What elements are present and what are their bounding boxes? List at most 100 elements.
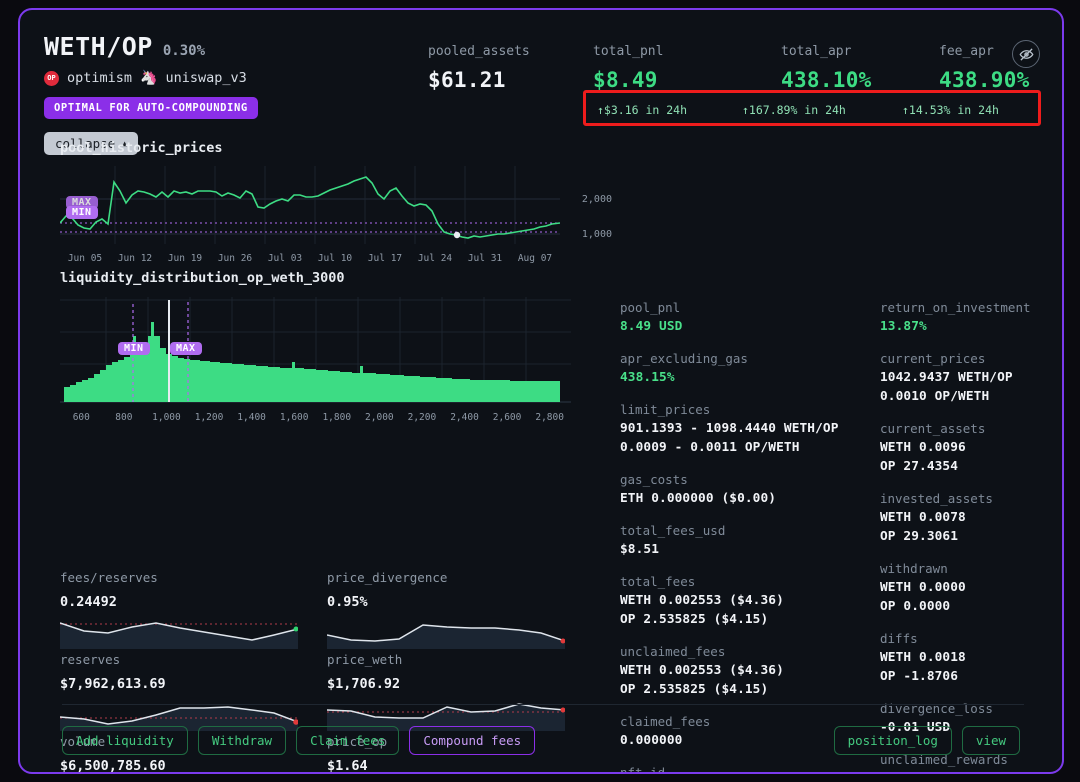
stat-label: pool_pnl <box>620 300 870 315</box>
x-tick: Jun 05 <box>60 253 110 264</box>
mini-chart-price-divergence[interactable]: price_divergence 0.95% <box>327 570 580 652</box>
header-metrics: pooled_assets $61.21 total_pnl $8.49 tot… <box>428 44 1064 92</box>
mini-chart-reserves[interactable]: reserves $7,962,613.69 <box>60 652 327 734</box>
mini-chart-fees-reserves[interactable]: fees/reserves 0.24492 <box>60 570 327 652</box>
stat-label: nft_id <box>620 765 870 774</box>
stat-value: ETH 0.000000 ($0.00) <box>620 491 870 506</box>
stat-value: WETH 0.0078 <box>880 510 1064 525</box>
stat-value: OP 2.535825 ($4.15) <box>620 612 870 627</box>
metric-label: pooled_assets <box>428 44 593 59</box>
stat-value: 0.0010 OP/WETH <box>880 389 1064 404</box>
mini-chart-price-weth[interactable]: price_weth $1,706.92 <box>327 652 580 734</box>
stats-column-right: return_on_investment 13.87% current_pric… <box>880 300 1064 774</box>
stat-label: return_on_investment <box>880 300 1064 315</box>
stat-value: 13.87% <box>880 319 1064 334</box>
page-title: WETH/OP <box>44 32 153 61</box>
stat-label: gas_costs <box>620 472 870 487</box>
x-tick: Jul 17 <box>360 253 410 264</box>
mini-chart-value: $1,706.92 <box>327 676 580 692</box>
x-tick: 1,200 <box>188 412 231 423</box>
optimism-logo-icon: OP <box>44 71 59 86</box>
mini-chart-value: $7,962,613.69 <box>60 676 327 692</box>
metric-label: total_pnl <box>593 44 781 59</box>
stat-label: claimed_fees <box>620 714 870 729</box>
x-tick: 2,800 <box>528 412 571 423</box>
x-tick: Jun 19 <box>160 253 210 264</box>
withdraw-button[interactable]: Withdraw <box>198 726 286 755</box>
stat-value: 8.49 USD <box>620 319 870 334</box>
historic-chart-title: pool_historic_prices <box>60 140 590 156</box>
stat-label: invested_assets <box>880 491 1064 506</box>
x-tick: 1,600 <box>273 412 316 423</box>
metric-total-pnl: total_pnl $8.49 <box>593 44 781 92</box>
stat-value: WETH 0.0018 <box>880 650 1064 665</box>
metric-value: 438.10% <box>781 68 939 92</box>
stat-value: OP 27.4354 <box>880 459 1064 474</box>
stat-value: 0.0009 - 0.0011 OP/WETH <box>620 440 870 455</box>
x-tick: Jul 31 <box>460 253 510 264</box>
stat-label: limit_prices <box>620 402 870 417</box>
x-tick: Jun 12 <box>110 253 160 264</box>
mini-chart-value: $6,500,785.60 <box>60 758 327 774</box>
stat-value: $8.51 <box>620 542 870 557</box>
status-badge: OPTIMAL FOR AUTO-COMPOUNDING <box>44 97 258 119</box>
stat-value: 901.1393 - 1098.4440 WETH/OP <box>620 421 870 436</box>
mini-chart-label: reserves <box>60 652 327 667</box>
x-tick: 800 <box>103 412 146 423</box>
x-tick: 1,400 <box>230 412 273 423</box>
protocol-label: uniswap_v3 <box>165 70 246 86</box>
chain-label: optimism <box>67 70 132 86</box>
stat-value: 1042.9437 WETH/OP <box>880 370 1064 385</box>
position-card: WETH/OP 0.30% OP optimism 🦄 uniswap_v3 O… <box>18 8 1064 774</box>
x-tick: Aug 07 <box>510 253 560 264</box>
card-header: WETH/OP 0.30% OP optimism 🦄 uniswap_v3 O… <box>20 10 1062 140</box>
x-tick: 2,400 <box>443 412 486 423</box>
liquidity-x-axis: 600 800 1,000 1,200 1,400 1,600 1,800 2,… <box>60 412 571 423</box>
historic-x-axis: Jun 05 Jun 12 Jun 19 Jun 26 Jul 03 Jul 1… <box>60 253 560 264</box>
stat-value: OP 0.0000 <box>880 599 1064 614</box>
stat-label: current_prices <box>880 351 1064 366</box>
metric-value: $61.21 <box>428 68 593 92</box>
metric-pooled-assets: pooled_assets $61.21 <box>428 44 593 92</box>
footer-divider <box>62 704 1024 705</box>
footer-actions-right: position_log view <box>834 726 1020 755</box>
x-tick: Jul 03 <box>260 253 310 264</box>
add-liquidity-button[interactable]: Add liquidity <box>62 726 188 755</box>
pool-historic-prices-chart[interactable]: MAX MIN 2,000 1,000 <box>60 166 560 250</box>
liquidity-distribution-chart[interactable]: MIN MAX <box>60 292 571 410</box>
delta-total-apr: ↑167.89% in 24h <box>742 103 846 117</box>
liquidity-chart-title: liquidity_distribution_op_weth_3000 <box>60 270 590 286</box>
stat-value: WETH 0.0000 <box>880 580 1064 595</box>
x-tick: 600 <box>60 412 103 423</box>
stat-value: WETH 0.002553 ($4.36) <box>620 593 870 608</box>
delta-row: ↑$3.16 in 24h ↑167.89% in 24h ↑14.53% in… <box>597 99 999 118</box>
claim-fees-button[interactable]: Claim fees <box>296 726 399 755</box>
compound-fees-button[interactable]: Compound fees <box>409 726 535 755</box>
mini-chart-value: 0.95% <box>327 594 580 610</box>
mini-chart-value: 0.24492 <box>60 594 327 610</box>
metric-fee-apr: fee_apr 438.90% <box>939 44 1064 92</box>
stat-label: total_fees_usd <box>620 523 870 538</box>
mini-chart-value: $1.64 <box>327 758 580 774</box>
unicorn-icon: 🦄 <box>140 71 157 85</box>
stat-value: 0.000000 <box>620 733 870 748</box>
position-log-button[interactable]: position_log <box>834 726 952 755</box>
view-button[interactable]: view <box>962 726 1020 755</box>
eye-off-icon[interactable] <box>1012 40 1040 68</box>
fee-tier-label: 0.30% <box>163 43 205 59</box>
footer-actions-left: Add liquidity Withdraw Claim fees Compou… <box>62 726 535 755</box>
mini-chart-label: fees/reserves <box>60 570 327 585</box>
stat-label: withdrawn <box>880 561 1064 576</box>
stat-value: WETH 0.002553 ($4.36) <box>620 663 870 678</box>
metric-value: $8.49 <box>593 68 781 92</box>
delta-fee-apr: ↑14.53% in 24h <box>902 103 999 117</box>
stat-label: diffs <box>880 631 1064 646</box>
metric-total-apr: total_apr 438.10% <box>781 44 939 92</box>
stat-value: 438.15% <box>620 370 870 385</box>
stat-value: 0.000000 <box>880 771 1064 774</box>
stat-label: total_fees <box>620 574 870 589</box>
stat-label: current_assets <box>880 421 1064 436</box>
mini-chart-label: price_divergence <box>327 570 580 585</box>
historic-min-badge: MIN <box>66 206 98 219</box>
x-tick: 2,000 <box>358 412 401 423</box>
